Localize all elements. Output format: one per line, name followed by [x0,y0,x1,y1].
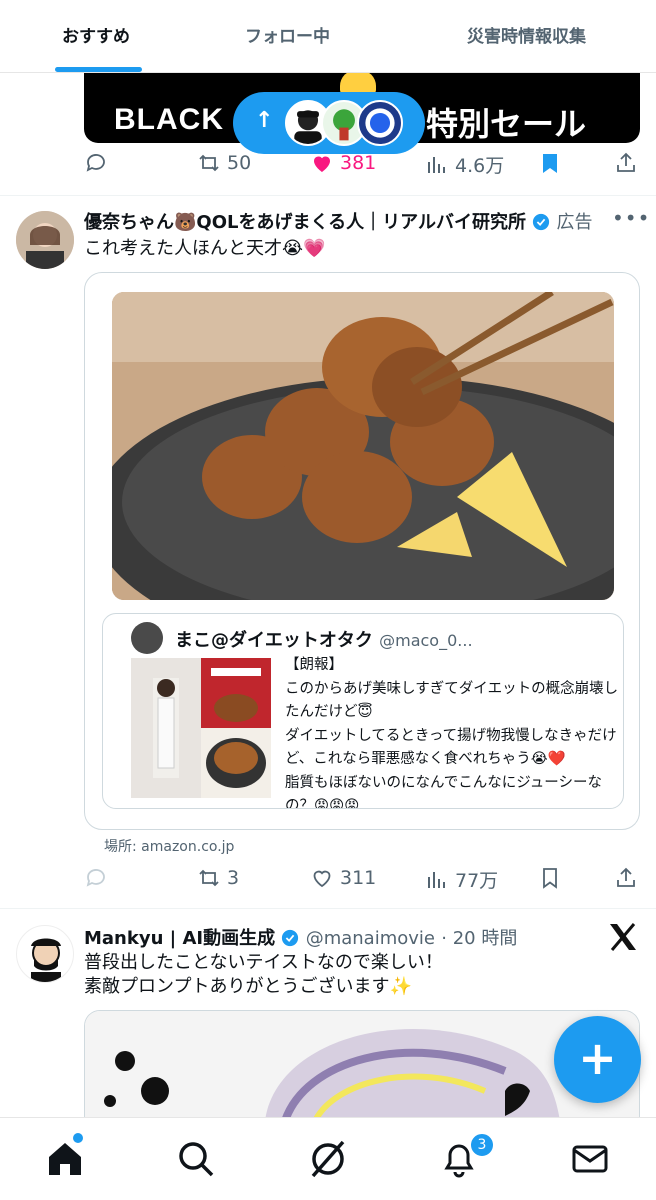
repost-count: 50 [227,152,252,174]
heart-filled-icon [314,156,330,172]
reply-button[interactable] [84,866,108,890]
ad-author-line[interactable]: 優奈ちゃん🐻QOLをあげまくる人｜リアルバイ研究所 広告 [84,208,593,234]
bookmark-filled-icon [543,154,557,173]
repost-icon [199,154,219,172]
active-tab-indicator [55,67,142,72]
mankyu-handle: @manaimovie [305,928,435,949]
new-posts-pill[interactable]: ↑ [233,92,425,154]
plus-icon: + [578,1031,617,1085]
views-button[interactable]: 77万 [425,866,498,893]
like-button[interactable]: 381 [310,151,376,175]
ad-author-avatar[interactable] [16,211,74,269]
reply-icon [86,869,105,887]
mankyu-avatar[interactable] [16,925,74,983]
repost-count: 3 [227,867,240,889]
quote-author-name: まこ@ダイエットオタク [175,630,373,651]
mail-icon [572,1145,608,1173]
ad-post-text: これ考えた人ほんと天才😭💗 [84,238,326,259]
ad-label: 広告 [556,212,593,233]
grok-icon [311,1140,345,1178]
verified-badge-icon [282,929,299,947]
views-icon [428,871,445,888]
post-actions: 50 381 4.6万 [0,151,656,191]
mankyu-text-line-2: 素敵プロンプトありがとうございます✨ [84,976,412,997]
views-count: 4.6万 [455,155,505,177]
quote-author-handle: @maco_0... [379,631,473,650]
divider [0,908,656,909]
tab-disaster-info[interactable]: 災害時情報収集 [467,22,586,47]
bookmark-button[interactable] [538,866,562,890]
mankyu-author-name[interactable]: Mankyu | AI動画生成 [84,928,275,949]
share-button[interactable] [614,151,638,175]
verified-badge-icon [533,213,550,231]
views-icon [428,156,445,173]
card-source-link[interactable]: 場所: amazon.co.jp [104,836,234,856]
like-button[interactable]: 311 [310,866,376,890]
share-button[interactable] [614,866,638,890]
divider [0,195,656,196]
nav-grok[interactable] [307,1138,349,1180]
share-icon [617,152,635,172]
reply-button[interactable] [84,151,108,175]
nav-home[interactable] [44,1138,86,1180]
tab-following[interactable]: フォロー中 [245,22,330,47]
mankyu-author-line[interactable]: Mankyu | AI動画生成 @manaimovie · 20 時間 [84,924,517,950]
ad-author-name[interactable]: 優奈ちゃん🐻QOLをあげまくる人｜リアルバイ研究所 [84,212,526,233]
mankyu-time: · 20 時間 [441,928,518,949]
quote-image [131,658,271,798]
banner-left-text: BLACK [114,103,224,136]
ad-post-actions: 3 311 77万 [0,866,656,906]
views-button[interactable]: 4.6万 [425,151,504,178]
quote-author: まこ@ダイエットオタク @maco_0... [175,626,473,652]
views-count: 77万 [455,870,499,892]
search-icon [179,1142,214,1177]
x-logo-icon[interactable] [606,920,640,954]
nav-search[interactable] [175,1138,217,1180]
repost-button[interactable]: 3 [197,866,239,890]
quote-text: 【朗報】 このからあげ美味しすぎてダイエットの概念崩壊したんだけど😇 ダイエット… [285,657,619,809]
like-count: 311 [340,867,377,889]
heart-icon [313,870,331,888]
share-icon [617,867,635,887]
reply-icon [86,154,105,172]
banner-right-text: 特別セール [426,105,587,143]
timeline-tabs: おすすめ フォロー中 災害時情報収集 [0,0,656,73]
nav-messages[interactable] [569,1138,611,1180]
quote-author-avatar [131,622,163,654]
like-count: 381 [340,152,377,174]
karaage-photo [112,292,614,600]
repost-button[interactable]: 50 [197,151,251,175]
more-options-icon[interactable]: ••• [612,206,650,230]
arrow-up-icon: ↑ [255,108,274,133]
bookmark-icon [543,868,557,889]
repost-icon [199,869,219,887]
pill-avatar-3 [357,100,403,146]
bottom-navigation [0,1117,656,1200]
quoted-post[interactable]: まこ@ダイエットオタク @maco_0... 【朗報】 このからあげ美味しすぎて… [102,613,624,809]
tab-recommended[interactable]: おすすめ [62,22,130,47]
home-icon [49,1143,81,1175]
home-new-dot [73,1133,83,1143]
mascot-icon [340,70,376,94]
bookmark-button[interactable] [538,151,562,175]
compose-button[interactable]: + [554,1016,641,1103]
notification-count-badge: 3 [469,1132,495,1158]
ad-card[interactable]: まこ@ダイエットオタク @maco_0... 【朗報】 このからあげ美味しすぎて… [84,272,640,830]
